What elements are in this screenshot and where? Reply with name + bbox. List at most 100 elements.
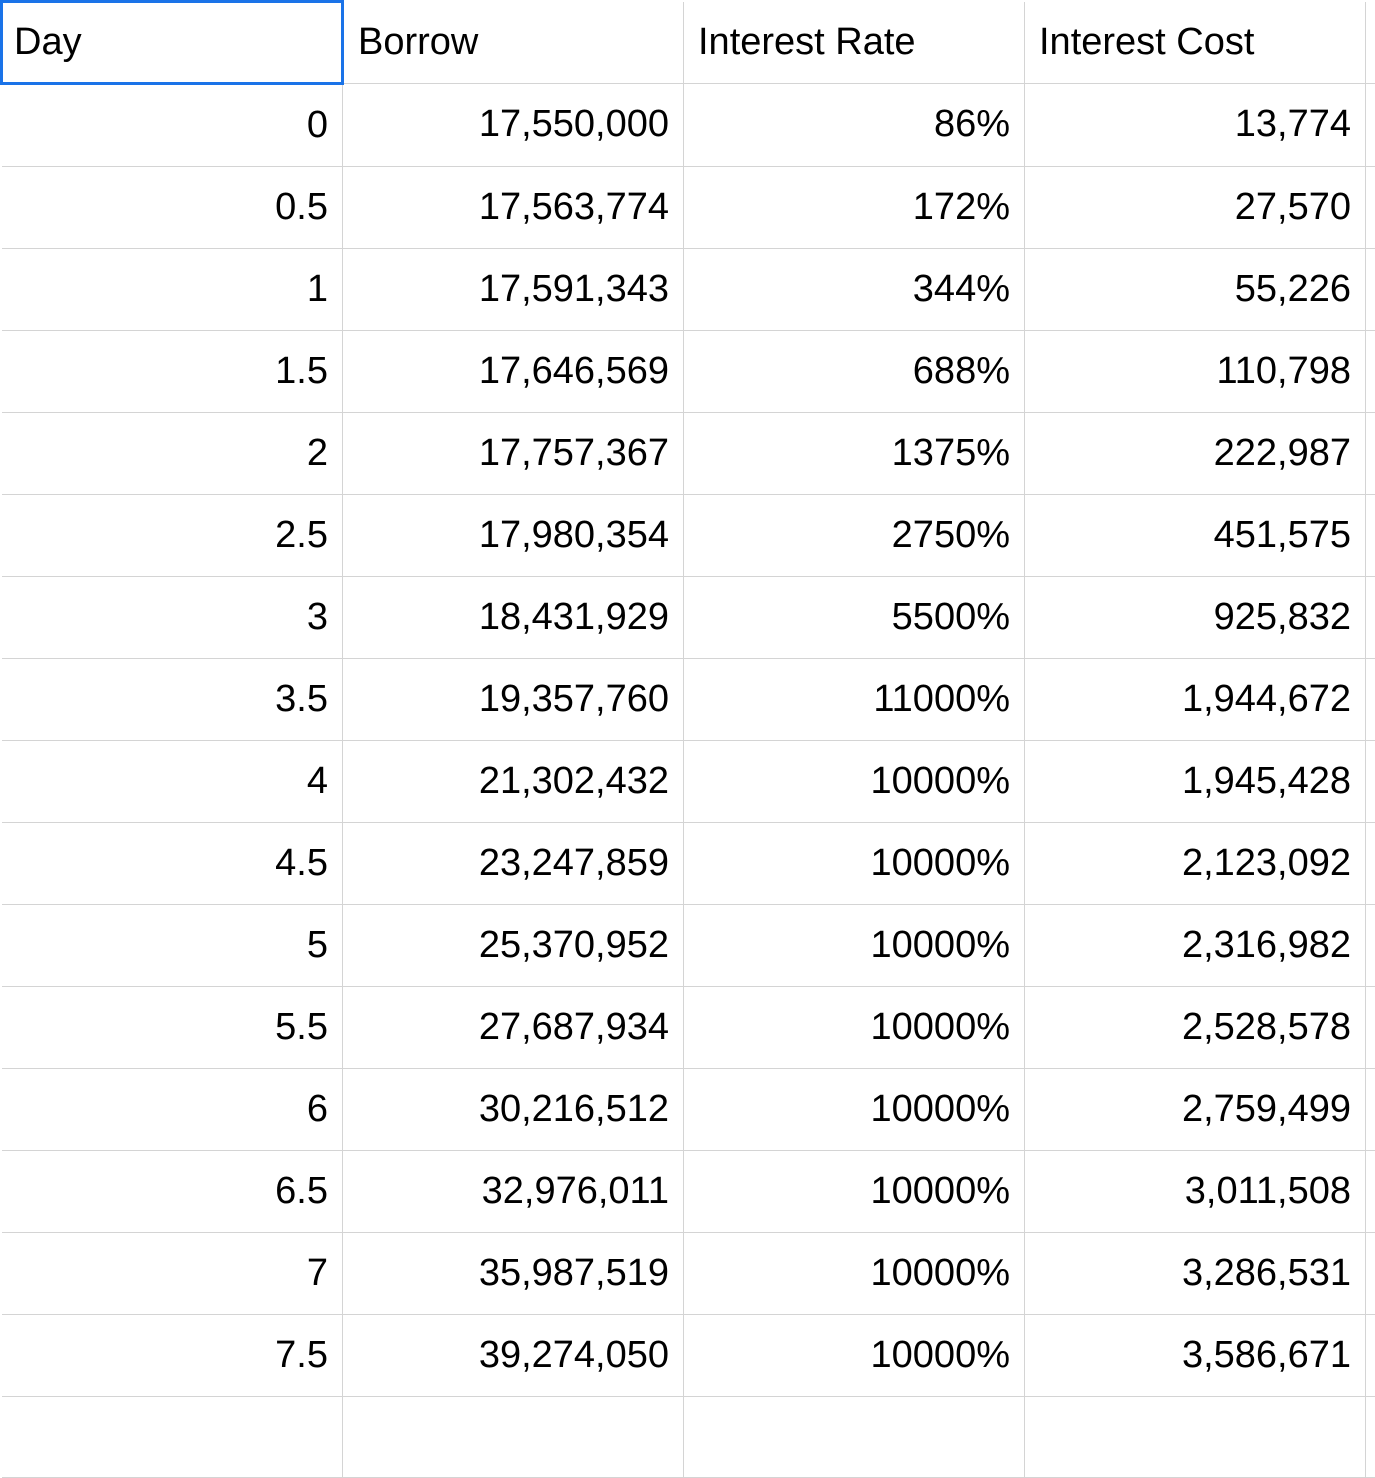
cell-borrow[interactable]: 21,302,432 (343, 740, 684, 822)
cell-interest-rate[interactable]: 10000% (684, 1150, 1025, 1232)
cell-interest-cost[interactable]: 55,226 (1025, 248, 1366, 330)
cell-interest-rate[interactable]: 688% (684, 330, 1025, 412)
spreadsheet-grid[interactable]: Day Borrow Interest Rate Interest Cost 0… (0, 0, 1375, 1478)
column-header-interest-rate[interactable]: Interest Rate (684, 2, 1025, 84)
cell-borrow[interactable]: 30,216,512 (343, 1068, 684, 1150)
cell-day[interactable]: 6.5 (2, 1150, 343, 1232)
cell-interest-cost[interactable]: 2,316,982 (1025, 904, 1366, 986)
table-row[interactable]: 6 30,216,512 10000% 2,759,499 (2, 1068, 1375, 1150)
cell-interest-cost[interactable]: 110,798 (1025, 330, 1366, 412)
cell-day[interactable]: 4.5 (2, 822, 343, 904)
cell-interest-cost[interactable]: 1,945,428 (1025, 740, 1366, 822)
cell-interest-rate[interactable]: 172% (684, 166, 1025, 248)
cell-empty[interactable] (1366, 330, 1375, 412)
cell-day[interactable]: 3 (2, 576, 343, 658)
cell-interest-rate[interactable]: 10000% (684, 986, 1025, 1068)
table-row[interactable]: 2 17,757,367 1375% 222,987 (2, 412, 1375, 494)
cell-day[interactable]: 4 (2, 740, 343, 822)
cell-interest-cost[interactable]: 1,944,672 (1025, 658, 1366, 740)
cell-day[interactable]: 0.5 (2, 166, 343, 248)
cell-day[interactable]: 2.5 (2, 494, 343, 576)
cell-day[interactable]: 1.5 (2, 330, 343, 412)
cell-borrow[interactable]: 27,687,934 (343, 986, 684, 1068)
table-row[interactable]: 5.5 27,687,934 10000% 2,528,578 (2, 986, 1375, 1068)
cell-empty[interactable] (1366, 1150, 1375, 1232)
cell-day[interactable]: 7 (2, 1232, 343, 1314)
cell-interest-cost[interactable]: 222,987 (1025, 412, 1366, 494)
cell-empty[interactable] (1366, 166, 1375, 248)
cell-interest-rate[interactable]: 2750% (684, 494, 1025, 576)
cell-borrow[interactable]: 18,431,929 (343, 576, 684, 658)
cell-borrow[interactable]: 23,247,859 (343, 822, 684, 904)
cell-day[interactable]: 1 (2, 248, 343, 330)
cell-interest-cost[interactable]: 27,570 (1025, 166, 1366, 248)
cell-borrow[interactable]: 17,980,354 (343, 494, 684, 576)
table-row-partial[interactable] (2, 1396, 1375, 1477)
cell-borrow[interactable]: 17,757,367 (343, 412, 684, 494)
table-row[interactable]: 1 17,591,343 344% 55,226 (2, 248, 1375, 330)
table-row[interactable]: 4 21,302,432 10000% 1,945,428 (2, 740, 1375, 822)
cell-interest-rate[interactable]: 10000% (684, 822, 1025, 904)
cell-interest-cost[interactable]: 2,123,092 (1025, 822, 1366, 904)
cell-day[interactable]: 6 (2, 1068, 343, 1150)
cell-day[interactable]: 3.5 (2, 658, 343, 740)
cell-interest-cost[interactable] (1025, 1396, 1366, 1477)
cell-empty[interactable] (1366, 83, 1375, 166)
cell-interest-cost[interactable]: 3,286,531 (1025, 1232, 1366, 1314)
cell-borrow[interactable]: 25,370,952 (343, 904, 684, 986)
cell-day[interactable]: 5.5 (2, 986, 343, 1068)
cell-empty[interactable] (1366, 1068, 1375, 1150)
column-header-day[interactable]: Day (2, 2, 343, 84)
cell-interest-rate[interactable]: 5500% (684, 576, 1025, 658)
cell-empty[interactable] (1366, 658, 1375, 740)
cell-interest-cost[interactable]: 2,759,499 (1025, 1068, 1366, 1150)
cell-borrow[interactable]: 17,550,000 (343, 83, 684, 166)
table-row[interactable]: 6.5 32,976,011 10000% 3,011,508 (2, 1150, 1375, 1232)
cell-interest-cost[interactable]: 2,528,578 (1025, 986, 1366, 1068)
cell-day[interactable]: 0 (2, 83, 343, 166)
cell-interest-rate[interactable]: 11000% (684, 658, 1025, 740)
cell-empty[interactable] (1366, 576, 1375, 658)
column-header-borrow[interactable]: Borrow (343, 2, 684, 84)
cell-empty[interactable] (1366, 904, 1375, 986)
cell-borrow[interactable] (343, 1396, 684, 1477)
cell-day[interactable]: 2 (2, 412, 343, 494)
cell-interest-rate[interactable]: 1375% (684, 412, 1025, 494)
cell-empty[interactable] (1366, 986, 1375, 1068)
cell-borrow[interactable]: 17,591,343 (343, 248, 684, 330)
cell-empty[interactable] (1366, 412, 1375, 494)
cell-day[interactable]: 5 (2, 904, 343, 986)
cell-interest-rate[interactable]: 10000% (684, 1232, 1025, 1314)
table-row[interactable]: 0 17,550,000 86% 13,774 (2, 83, 1375, 166)
cell-interest-rate[interactable]: 10000% (684, 904, 1025, 986)
cell-day[interactable] (2, 1396, 343, 1477)
cell-interest-rate[interactable]: 10000% (684, 740, 1025, 822)
cell-borrow[interactable]: 17,646,569 (343, 330, 684, 412)
cell-interest-cost[interactable]: 3,011,508 (1025, 1150, 1366, 1232)
cell-empty[interactable] (1366, 1396, 1375, 1477)
cell-empty[interactable] (1366, 822, 1375, 904)
table-row[interactable]: 3 18,431,929 5500% 925,832 (2, 576, 1375, 658)
table-row[interactable]: 3.5 19,357,760 11000% 1,944,672 (2, 658, 1375, 740)
cell-interest-cost[interactable]: 925,832 (1025, 576, 1366, 658)
table-row[interactable]: 2.5 17,980,354 2750% 451,575 (2, 494, 1375, 576)
cell-interest-cost[interactable]: 13,774 (1025, 83, 1366, 166)
cell-borrow[interactable]: 32,976,011 (343, 1150, 684, 1232)
cell-interest-rate[interactable] (684, 1396, 1025, 1477)
table-row[interactable]: 1.5 17,646,569 688% 110,798 (2, 330, 1375, 412)
cell-empty[interactable] (1366, 248, 1375, 330)
cell-empty[interactable] (1366, 494, 1375, 576)
cell-borrow[interactable]: 35,987,519 (343, 1232, 684, 1314)
cell-interest-cost[interactable]: 451,575 (1025, 494, 1366, 576)
column-header-interest-cost[interactable]: Interest Cost (1025, 2, 1366, 84)
cell-borrow[interactable]: 17,563,774 (343, 166, 684, 248)
cell-interest-rate[interactable]: 86% (684, 83, 1025, 166)
cell-interest-rate[interactable]: 344% (684, 248, 1025, 330)
table-row[interactable]: 0.5 17,563,774 172% 27,570 (2, 166, 1375, 248)
table-row[interactable]: 4.5 23,247,859 10000% 2,123,092 (2, 822, 1375, 904)
cell-empty[interactable] (1366, 740, 1375, 822)
table-row[interactable]: 7 35,987,519 10000% 3,286,531 (2, 1232, 1375, 1314)
cell-empty[interactable] (1366, 1232, 1375, 1314)
table-row[interactable]: 5 25,370,952 10000% 2,316,982 (2, 904, 1375, 986)
cell-interest-rate[interactable]: 10000% (684, 1068, 1025, 1150)
